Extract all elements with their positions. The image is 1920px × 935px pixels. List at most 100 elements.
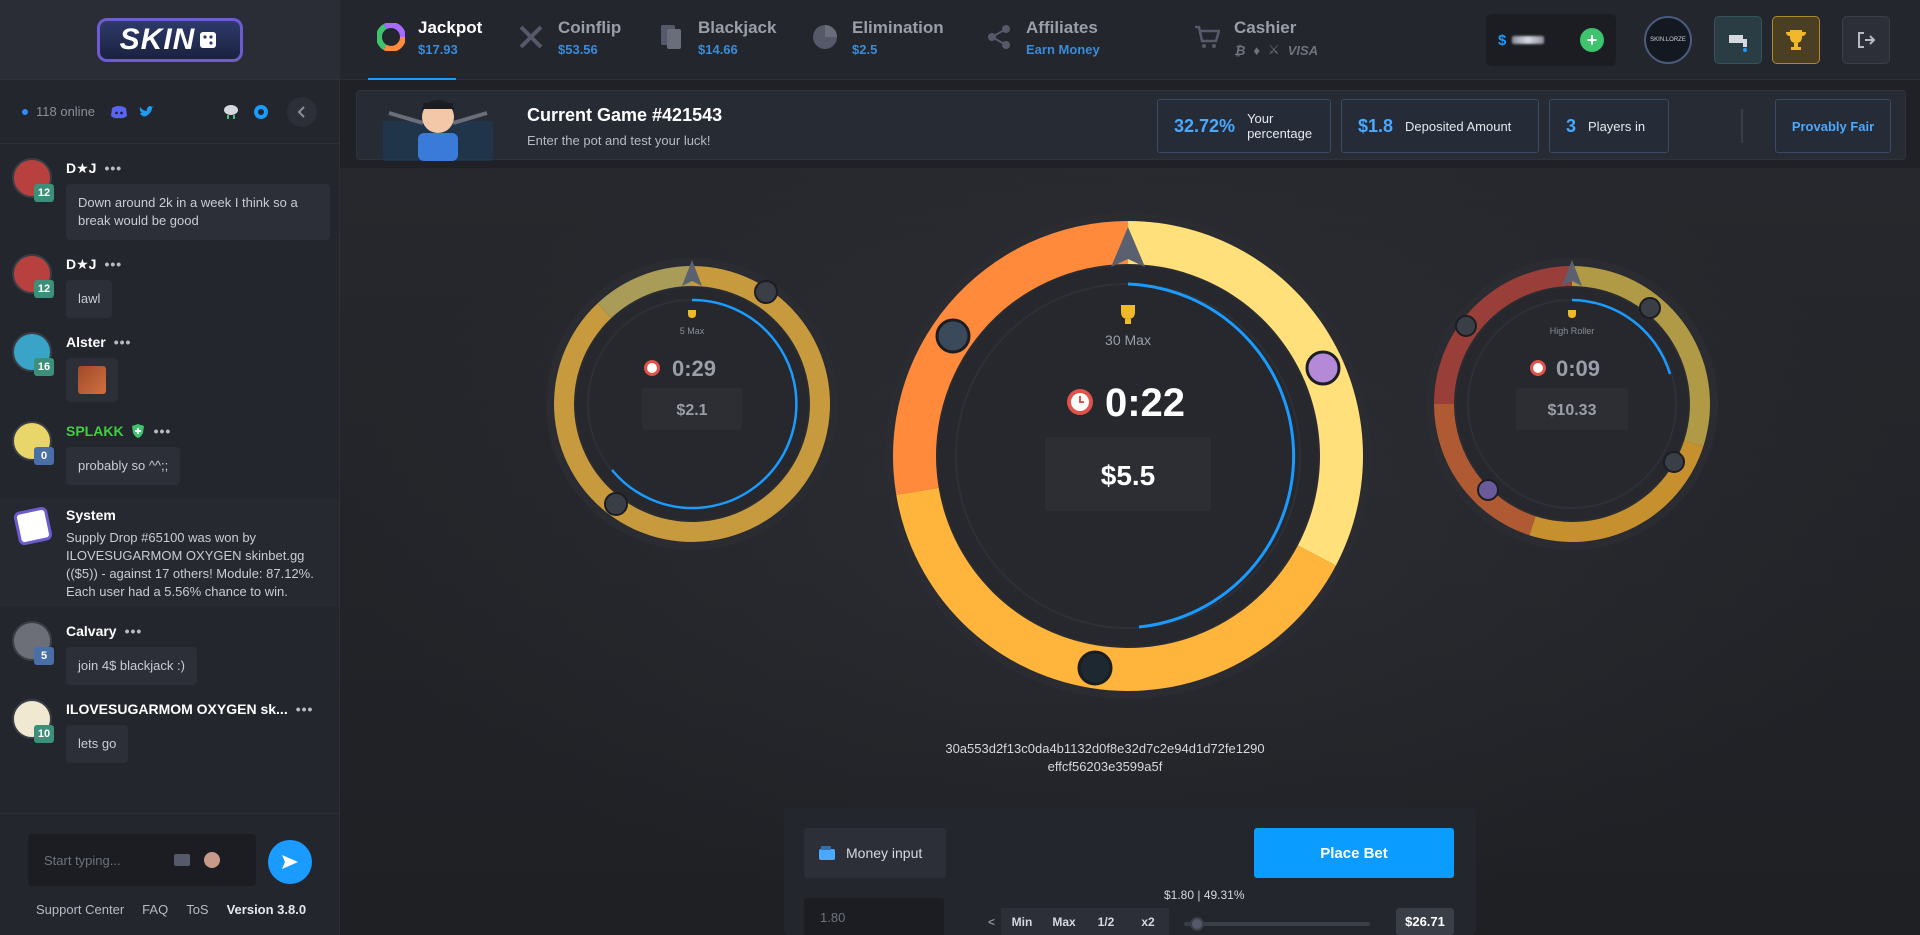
player-avatar[interactable] xyxy=(935,318,971,354)
emoji-keyboard-icon[interactable] xyxy=(174,854,190,866)
username[interactable]: Alster xyxy=(66,334,106,350)
half-button[interactable]: 1/2 xyxy=(1085,908,1128,935)
username[interactable]: SPLAKK xyxy=(66,423,124,439)
deposited-value: $1.8 xyxy=(1358,115,1394,136)
provably-fair-button[interactable]: Provably Fair xyxy=(1775,99,1891,153)
player-avatar[interactable] xyxy=(1663,451,1685,473)
site-logo[interactable]: SKIN xyxy=(96,17,243,62)
nav-title: Blackjack xyxy=(698,18,777,37)
nav-title: Jackpot xyxy=(418,18,483,37)
logout-button[interactable] xyxy=(1842,16,1890,64)
bet-slider[interactable] xyxy=(1184,917,1370,931)
divider xyxy=(1741,109,1743,143)
more-options-icon[interactable]: ••• xyxy=(154,423,172,439)
deposit-plus-button[interactable]: + xyxy=(1580,28,1604,52)
player-avatar[interactable] xyxy=(1305,350,1341,386)
logo-text: SKIN xyxy=(119,22,196,56)
chat-sidebar: SKIN 118 online 12 D★J ••• Down around 2… xyxy=(0,0,340,935)
player-avatar[interactable] xyxy=(604,492,628,516)
double-button[interactable]: x2 xyxy=(1127,908,1170,935)
chat-message: 16 Alster ••• xyxy=(12,332,327,407)
chat-messages: 12 D★J ••• Down around 2k in a week I thi… xyxy=(0,144,339,814)
nav-title: Cashier xyxy=(1234,18,1297,37)
money-input-button[interactable]: Money input xyxy=(804,828,946,878)
hash-line: 30a553d2f13c0da4b1132d0f8e32d7c2e94d1d72… xyxy=(945,741,1265,756)
rewards-button[interactable] xyxy=(1772,16,1820,64)
balance-hidden-value xyxy=(1512,36,1545,44)
max-button[interactable]: Max xyxy=(1043,908,1086,935)
support-center-link[interactable]: Support Center xyxy=(36,902,124,917)
system-message-text: Supply Drop #65100 was won by ILOVESUGAR… xyxy=(66,530,314,599)
slider-knob[interactable] xyxy=(1190,917,1205,931)
nav-title: Coinflip xyxy=(558,18,622,37)
bet-amount-input[interactable]: 1.80 xyxy=(804,898,944,935)
username[interactable]: D★J xyxy=(66,160,96,177)
more-options-icon[interactable]: ••• xyxy=(125,623,143,639)
current-game-subtitle: Enter the pot and test your luck! xyxy=(527,133,711,148)
username[interactable]: ILOVESUGARMOM OXYGEN sk... xyxy=(66,701,288,717)
username[interactable]: Calvary xyxy=(66,623,117,639)
player-avatar[interactable] xyxy=(754,280,778,304)
round-hash: 30a553d2f13c0da4b1132d0f8e32d7c2e94d1d72… xyxy=(880,740,1330,776)
crossed-swords-icon xyxy=(516,22,546,52)
wheel-5-max[interactable]: 5 Max 0:29 $2.1 xyxy=(542,254,842,554)
nav-coinflip[interactable]: Coinflip $53.56 xyxy=(516,18,621,57)
wheel-30-max[interactable]: 30 Max 0:22 $5.5 xyxy=(883,211,1373,701)
logo-area: SKIN xyxy=(0,0,339,80)
message-text: lawl xyxy=(66,280,113,318)
username[interactable]: D★J xyxy=(66,256,96,273)
twitter-icon[interactable] xyxy=(137,102,157,122)
discord-icon[interactable] xyxy=(109,102,129,122)
arrow-left-icon[interactable]: < xyxy=(988,915,995,929)
level-badge: 16 xyxy=(34,358,54,376)
current-game-title: Current Game #421543 xyxy=(527,105,723,125)
share-icon xyxy=(984,22,1014,52)
player-avatar[interactable] xyxy=(1077,650,1113,686)
min-button[interactable]: Min xyxy=(1001,908,1044,935)
wheel-label: 30 Max xyxy=(1105,332,1151,348)
level-badge: 5 xyxy=(34,647,54,665)
message-text: probably so ^^;; xyxy=(66,447,181,485)
collapse-chat-button[interactable] xyxy=(287,96,317,127)
bitcoin-icon: ₿ xyxy=(1234,42,1246,58)
more-options-icon[interactable]: ••• xyxy=(104,256,122,272)
nav-cashier[interactable]: Cashier ₿ ♦ ⚔ VISA xyxy=(1192,18,1318,58)
rain-icon[interactable] xyxy=(221,102,241,122)
send-button[interactable] xyxy=(268,840,312,884)
your-percentage-stat: 32.72% Your percentage xyxy=(1157,99,1331,153)
place-bet-button[interactable]: Place Bet xyxy=(1254,828,1454,878)
settings-gear-icon[interactable] xyxy=(251,102,271,122)
message-text: Down around 2k in a week I think so a br… xyxy=(66,184,330,240)
playing-cards-icon xyxy=(656,22,686,52)
user-avatar[interactable]: SKIN.LORZE xyxy=(1644,16,1692,64)
chat-message: 5 Calvary ••• join 4$ blackjack :) xyxy=(12,621,327,685)
chevron-left-icon xyxy=(297,105,305,118)
emote-image xyxy=(78,366,106,394)
nav-elimination[interactable]: Elimination $2.5 xyxy=(810,18,944,57)
more-options-icon[interactable]: ••• xyxy=(296,701,314,717)
nav-subtitle: $2.5 xyxy=(852,42,878,57)
player-avatar[interactable] xyxy=(1455,315,1477,337)
emote-message xyxy=(66,358,118,402)
level-badge: 12 xyxy=(34,280,54,298)
nav-blackjack[interactable]: Blackjack $14.66 xyxy=(656,18,776,57)
nav-jackpot[interactable]: Jackpot $17.93 xyxy=(367,18,483,80)
player-avatar[interactable] xyxy=(1477,479,1499,501)
faucet-button[interactable] xyxy=(1714,16,1762,64)
nav-affiliates[interactable]: Affiliates Earn Money xyxy=(984,18,1100,57)
player-avatar[interactable] xyxy=(1639,297,1661,319)
visa-label: VISA xyxy=(1287,42,1319,58)
bet-quick-controls: < Min Max 1/2 x2 xyxy=(988,908,1170,935)
chat-input[interactable] xyxy=(44,852,164,868)
more-options-icon[interactable]: ••• xyxy=(114,334,132,350)
mascot-image xyxy=(383,83,493,161)
deposited-label: Deposited Amount xyxy=(1405,118,1512,134)
sticker-avatar-icon[interactable] xyxy=(204,852,220,868)
faq-link[interactable]: FAQ xyxy=(142,902,168,917)
wheel-high-roller[interactable]: High Roller 0:09 $10.33 xyxy=(1422,254,1722,554)
more-options-icon[interactable]: ••• xyxy=(104,160,122,176)
footer-links: Support Center FAQ ToS Version 3.8.0 xyxy=(36,902,306,917)
tos-link[interactable]: ToS xyxy=(186,902,208,917)
slider-value-label: $1.80 | 49.31% xyxy=(1164,888,1245,902)
dice-logo-icon xyxy=(200,31,217,48)
